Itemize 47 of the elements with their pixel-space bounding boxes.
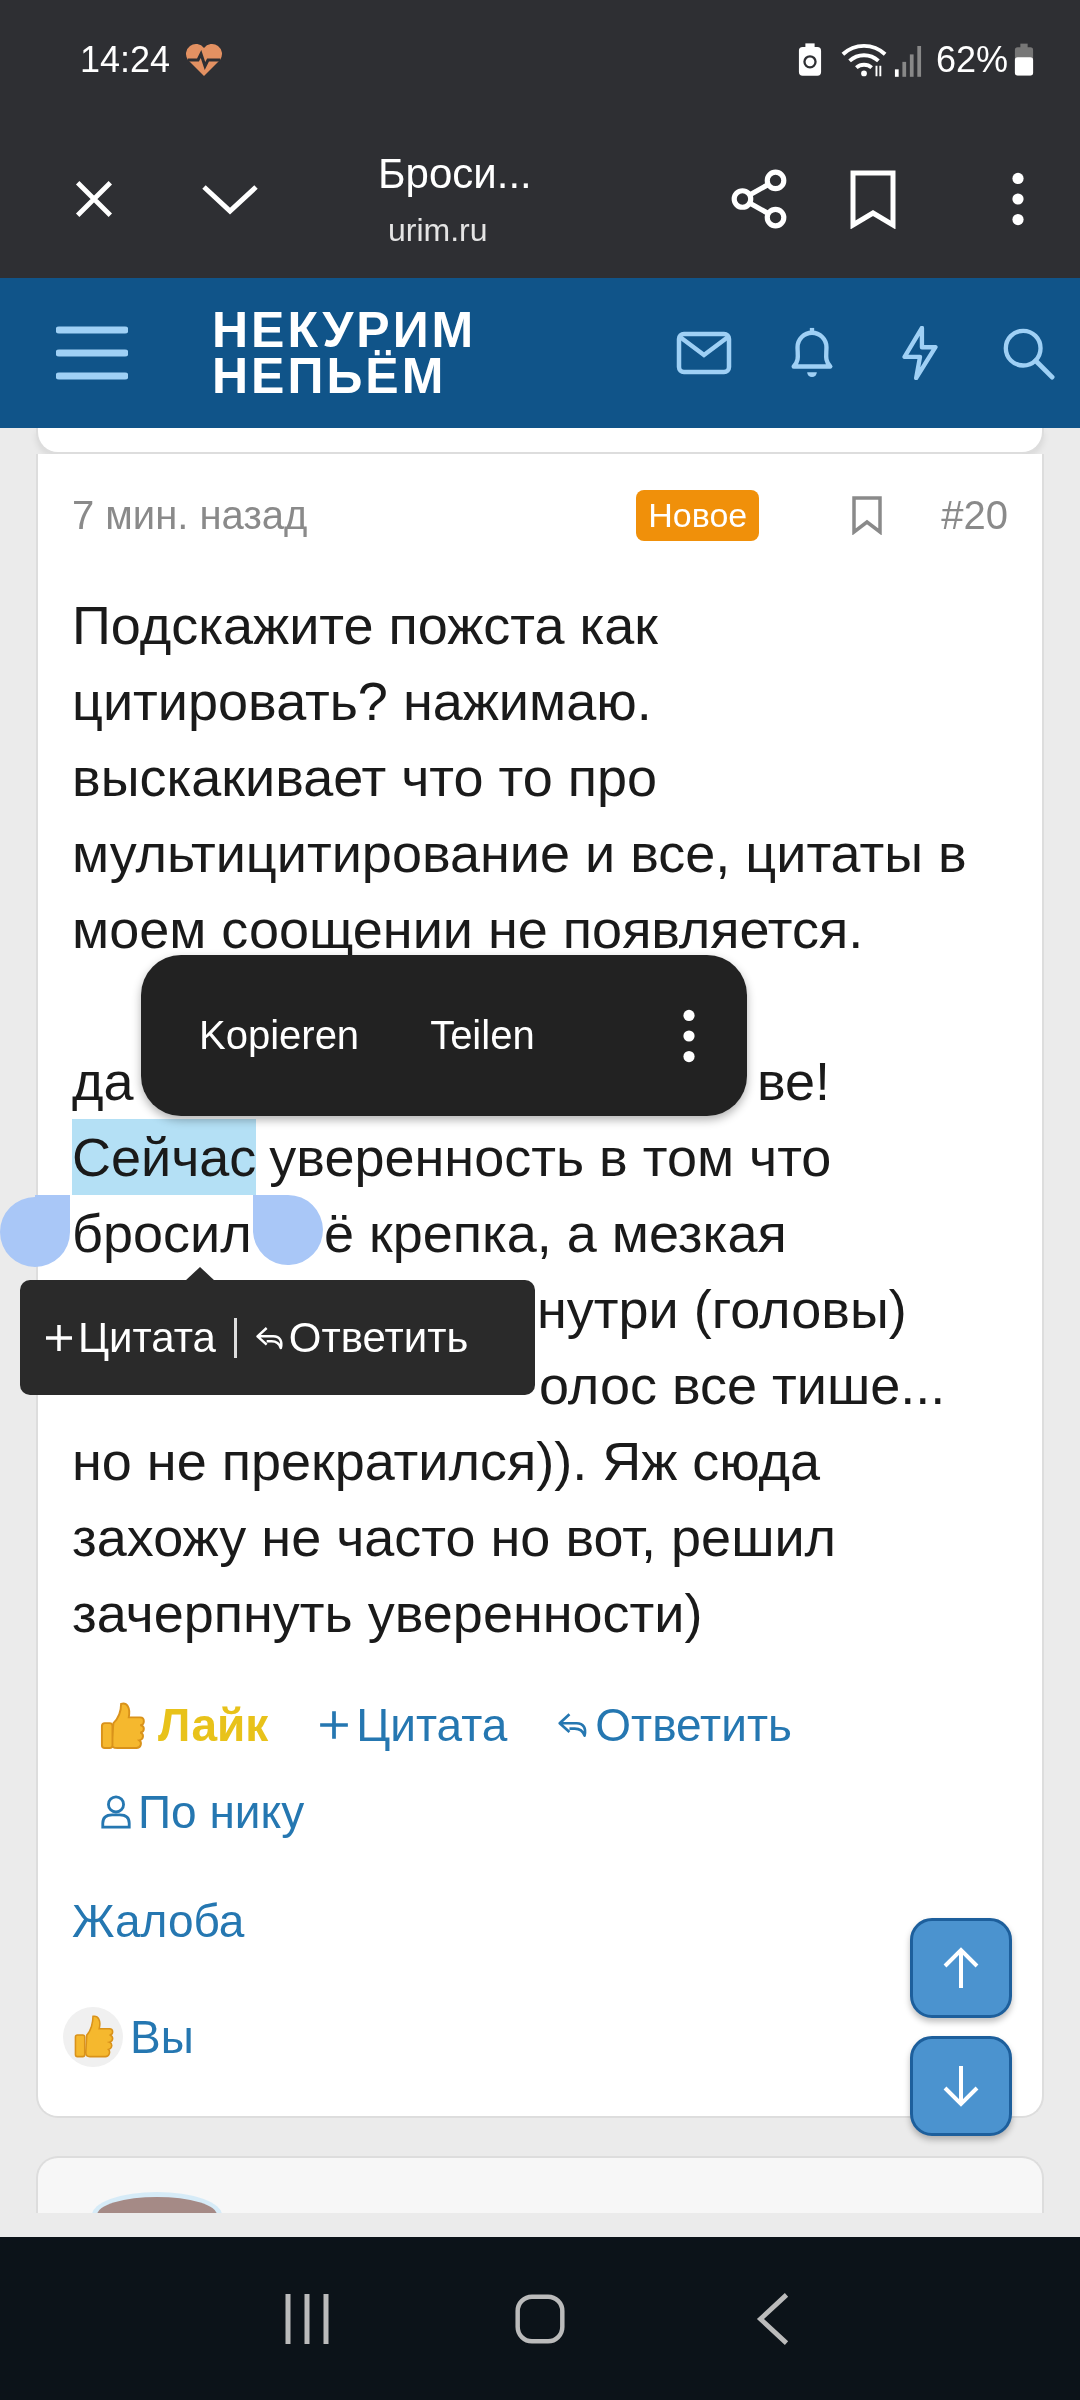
- scroll-up-button[interactable]: [910, 1918, 1012, 2018]
- post-text: ё крепка, а мезкая: [324, 1202, 787, 1265]
- arrow-down-icon: [941, 2064, 981, 2108]
- thumbs-up-icon: [100, 1700, 146, 1750]
- user-icon: [100, 1795, 132, 1829]
- post-time[interactable]: 7 мин. назад: [72, 492, 308, 538]
- post-text: зачерпнуть уверенности): [72, 1582, 703, 1645]
- page-title: Броси...: [378, 149, 533, 198]
- site-logo[interactable]: НЕКУРИМ НЕПЬЁМ: [212, 307, 477, 399]
- selected-text: Сейчас: [72, 1119, 257, 1195]
- post-text: ве!: [757, 1050, 831, 1113]
- post-number[interactable]: #20: [941, 492, 1008, 538]
- menu-icon[interactable]: [56, 325, 128, 381]
- post-text: уверенность в том что: [269, 1126, 832, 1189]
- selection-handle[interactable]: [253, 1195, 323, 1267]
- home-icon[interactable]: [515, 2291, 565, 2346]
- post-text: захожу не часто но вот, решил: [72, 1506, 837, 1569]
- reactions-link[interactable]: Вы: [130, 2010, 194, 2064]
- post-text: но не прекратился)). Яж сюда: [72, 1430, 821, 1493]
- menu-item[interactable]: Kopieren: [191, 1005, 368, 1066]
- thumbs-up-icon: [62, 2006, 124, 2068]
- battery-saver-icon: [797, 43, 822, 77]
- nick-button[interactable]: По нику: [100, 1785, 305, 1839]
- battery-icon: [1014, 43, 1034, 77]
- bookmark-icon[interactable]: [848, 169, 898, 229]
- page-url: urim.ru: [387, 211, 489, 249]
- quote-button[interactable]: Цитата: [44, 1313, 216, 1362]
- quote-button[interactable]: Цитата: [318, 1698, 508, 1752]
- post-text: нутри (головы): [537, 1278, 907, 1341]
- new-badge: Новое: [636, 489, 760, 541]
- post-text: олос все тише...: [539, 1354, 946, 1417]
- reply-button[interactable]: Ответить: [254, 1313, 469, 1362]
- clock: 14:24: [80, 39, 171, 81]
- signal-icon: [893, 43, 922, 77]
- scroll-down-button[interactable]: [910, 2036, 1012, 2136]
- post-text: Подскажите пожста как цитировать? нажимаю. выскакивает что то про мультицитирование и все, цитаты в моем соощении не появляется.: [72, 594, 968, 961]
- plus-icon: [318, 1708, 351, 1742]
- report-link[interactable]: Жалоба: [72, 1894, 245, 1948]
- heart-icon: [184, 42, 225, 78]
- reply-button[interactable]: Ответить: [557, 1698, 792, 1752]
- post-text: да: [72, 1050, 134, 1113]
- menu-item[interactable]: Teilen: [422, 1005, 543, 1066]
- battery-percent: 62%: [935, 39, 1008, 81]
- arrow-up-icon: [941, 1946, 981, 1990]
- post-text: бросил: [72, 1202, 252, 1265]
- selection-handle[interactable]: [0, 1195, 70, 1267]
- wifi-icon: [839, 42, 888, 78]
